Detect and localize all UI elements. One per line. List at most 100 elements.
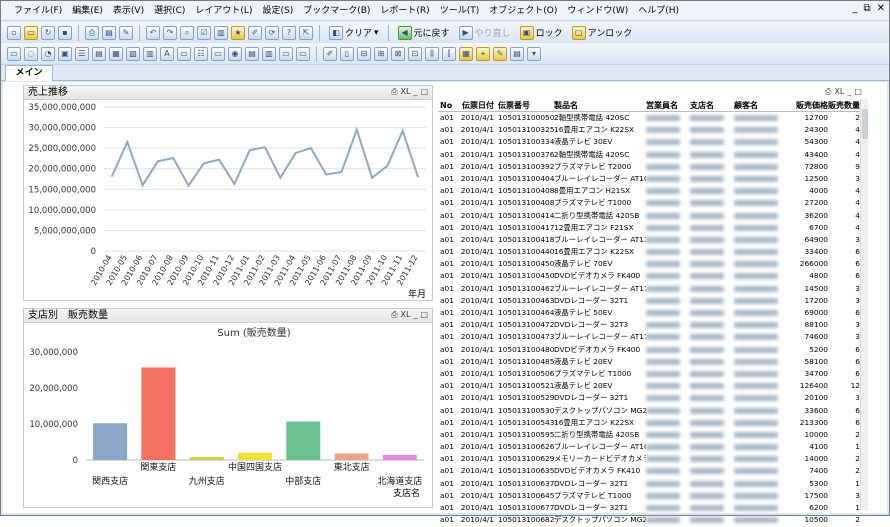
minimize-icon[interactable]: _ [413,87,417,97]
menu-item-10[interactable]: ウィンドウ(W) [562,1,633,21]
print-icon[interactable]: ⎙ [825,87,831,97]
search-icon[interactable]: ⌕ [180,25,194,40]
menu-item-8[interactable]: ツール(T) [435,1,485,21]
table-row[interactable]: a01 2010/4/1 10501310046490液晶テレビ 50EV 69000… [438,307,868,319]
align-middle-icon[interactable]: ⫼ [425,46,439,61]
undo-icon[interactable]: ↶ [146,25,160,40]
table-scrollbar[interactable] [860,99,868,511]
table-row[interactable]: a01 2010/4/1 10501310046300DVDレコーダー 32T1 17… [438,295,868,307]
table-row[interactable]: a01 2010/4/1 105013100376602軸型携帯電話 420SC 43… [438,149,868,161]
minimize-icon[interactable]: _ [852,3,857,14]
layout-icon[interactable]: ▦ [459,46,473,61]
unlock-button[interactable]: ▢ アンロック [569,25,636,40]
list-icon[interactable]: ☰ [75,46,89,61]
table-row[interactable]: a01 2010/4/1 10501310052900DVDレコーダー 32T1 20… [438,392,868,404]
table-row[interactable]: a01 2010/4/1 10501310047240DVDレコーダー 32T3 88… [438,319,868,331]
redo-icon[interactable]: ↷ [163,25,177,40]
table-row[interactable]: a01 2010/4/1 10501310041840ブルーレイレコーダー AT11… [438,234,868,246]
menu-item-4[interactable]: レイアウト(L) [190,1,257,21]
input-icon[interactable]: ▭ [177,46,191,61]
column-header[interactable]: 伝票番号 [494,99,554,111]
table-row[interactable]: a01 2010/4/1 10501310062970メモリーカードビデオカメラ B… [438,453,868,465]
table-row[interactable]: a01 2010/4/1 10501310063790DVDレコーダー 32T1 53… [438,478,868,490]
table-row[interactable]: a01 2010/4/1 10501310064550プラズマテレビ T1000 17… [438,490,868,502]
table-row[interactable]: a01 2010/4/1 10501310052170液晶テレビ 20EV 12640… [438,380,868,392]
open-folder-icon[interactable]: ▭ [24,25,38,40]
menu-item-5[interactable]: 設定(S) [257,1,298,21]
table-row[interactable]: a01 2010/4/1 1050131003259016畳用エアコン K22SX 2… [438,124,868,136]
pivot-icon[interactable]: ▧ [126,46,140,61]
excel-export-icon[interactable]: XL [834,87,844,97]
maximize-icon[interactable]: □ [854,87,862,97]
menu-item-7[interactable]: レポート(R) [375,1,434,21]
table-row[interactable]: a01 2010/4/1 10501310040410ブルーレイレコーダー AT10… [438,173,868,185]
circle-icon[interactable]: ◌ [24,46,38,61]
back-button[interactable]: ◀ 元に戻す [395,25,453,40]
align-top-icon[interactable]: ⊡ [408,46,422,61]
print-icon[interactable]: ⎙ [85,25,99,40]
table-icon[interactable]: ▤ [92,46,106,61]
print-icon[interactable]: ⎙ [391,87,397,97]
more-icon[interactable]: ▾ [527,46,541,61]
column-header[interactable]: No [438,99,460,111]
column-header[interactable]: 販売価格 [790,99,828,111]
slider-icon[interactable]: ▤ [245,46,259,61]
table-row[interactable]: a01 2010/4/1 10501310041470二折り型携帯電話 420SB 3… [438,210,868,222]
checklist-icon[interactable]: ☑ [197,25,211,40]
scrollbar-thumb[interactable] [862,109,868,139]
calendar-icon[interactable]: ▭ [296,46,310,61]
edit-icon[interactable]: ✎ [119,25,133,40]
menu-item-3[interactable]: 選択(C) [149,1,190,21]
chart-icon[interactable]: ▥ [262,46,276,61]
menu-item-2[interactable]: 表示(V) [108,1,149,21]
properties-icon[interactable]: ✎ [493,46,507,61]
chart-icon[interactable]: ▥ [214,25,228,40]
menu-item-9[interactable]: オブジェクト(O) [484,1,562,21]
minimize-icon[interactable]: _ [847,87,851,97]
table-row[interactable]: a01 2010/4/1 10501310048080DVDビデオカメラ FK400… [438,344,868,356]
table-row[interactable]: a01 2010/4/1 105013100408308畳用エアコン H21SX 40… [438,185,868,197]
table-row[interactable]: a01 2010/4/1 10501310047360ブルーレイレコーダー AT11… [438,331,868,343]
table-row[interactable]: a01 2010/4/1 10501310048560液晶テレビ 20EV 58100… [438,356,868,368]
table-row[interactable]: a01 2010/4/1 10501310059550二折り型携帯電話 420SB 1… [438,429,868,441]
container-icon[interactable]: ▭ [279,46,293,61]
save-icon[interactable]: ▪ [58,25,72,40]
target-icon[interactable]: ⌖ [476,46,490,61]
table-row[interactable]: a01 2010/4/1 10501310062630ブルーレイレコーダー AT10… [438,441,868,453]
maximize-icon[interactable]: □ [420,310,428,320]
reload-icon[interactable]: ⟳ [265,25,279,40]
table-row[interactable]: a01 2010/4/1 10501310033410液晶テレビ 30EV 54300… [438,136,868,148]
table-row[interactable]: a01 2010/4/1 105013100050002軸型携帯電話 420SC 12… [438,112,868,124]
lock-button[interactable]: ▣ ロック [517,25,566,40]
restore-icon[interactable]: ⧉ [863,3,870,14]
menu-item-1[interactable]: 編集(E) [67,1,108,21]
help-pointer-icon[interactable]: ⇱ [299,25,313,40]
table-row[interactable]: a01 2010/4/1 1050131004407016畳用エアコン K22SX 3… [438,246,868,258]
column-header[interactable]: 伝票日付 [460,99,494,111]
align-right-icon[interactable]: ⊞ [374,46,388,61]
minimize-icon[interactable]: _ [413,310,417,320]
print-preview-icon[interactable]: ▤ [102,25,116,40]
menu-item-0[interactable]: ファイル(F) [9,1,67,21]
button-icon[interactable]: ▭ [211,46,225,61]
line-icon[interactable]: ☷ [194,46,208,61]
align-bottom-icon[interactable]: ⫿ [442,46,456,61]
box-icon[interactable]: ▣ [58,46,72,61]
table-row[interactable]: a01 2010/4/1 10501310063500DVDビデオカメラ FK410… [438,465,868,477]
text-icon[interactable]: A [160,46,174,61]
table-row[interactable]: a01 2010/4/1 10501310045090DVDビデオカメラ FK400… [438,270,868,282]
radio-icon[interactable]: ◉ [228,46,242,61]
refresh-icon[interactable]: ↻ [41,25,55,40]
star-icon[interactable]: ★ [231,25,245,40]
column-header[interactable]: 営業員名 [646,99,690,111]
table-row[interactable]: a01 2010/4/1 10501310046290ブルーレイレコーダー AT11… [438,283,868,295]
maximize-icon[interactable]: □ [420,87,428,97]
menu-item-11[interactable]: ヘルプ(H) [633,1,684,21]
column-header[interactable]: 顧客名 [734,99,790,111]
sheet-object-icon[interactable]: ▭ [7,46,21,61]
table-row[interactable]: a01 2010/4/1 10501310068250デスクトップパソコン MG20… [438,514,868,526]
pen-icon[interactable]: ✐ [323,46,337,61]
pie-icon[interactable]: ◔ [41,46,55,61]
table-row[interactable]: a01 2010/4/1 10501310067720DVDレコーダー 32T1 62… [438,502,868,514]
field-icon[interactable]: ▤ [510,46,524,61]
